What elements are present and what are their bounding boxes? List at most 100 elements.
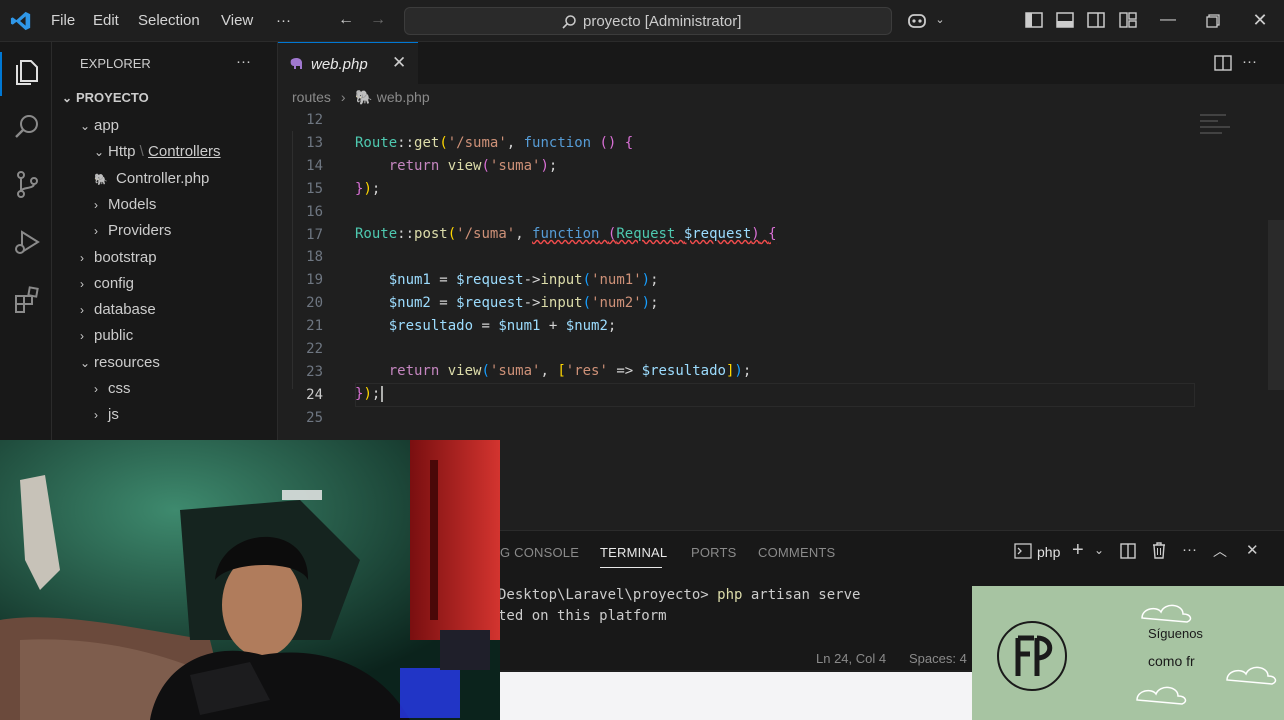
explorer-title: EXPLORER	[80, 56, 151, 71]
customize-layout-icon[interactable]	[1119, 12, 1137, 28]
tree-item-js[interactable]: › js	[94, 406, 119, 423]
close-panel-icon[interactable]: ✕	[1246, 541, 1259, 559]
toggle-panel-icon[interactable]	[1056, 12, 1074, 28]
terminal-shell-name[interactable]: php	[1037, 544, 1060, 560]
chevron-right-icon: ›	[80, 276, 84, 291]
php-elephant-icon: 🐘	[355, 89, 373, 105]
command-center-search[interactable]: proyecto [Administrator]	[404, 7, 892, 35]
taskbar-strip	[500, 672, 972, 720]
tree-item-css[interactable]: › css	[94, 380, 131, 397]
terminal-line-1: Desktop\Laravel\proyecto> php artisan se…	[498, 587, 860, 603]
close-window-icon[interactable]: ✕	[1250, 10, 1270, 30]
line-number: 14	[306, 157, 323, 174]
tree-item-resources[interactable]: ⌄ resources	[80, 354, 160, 371]
compact-folder-separator: \	[135, 143, 149, 161]
code-line-21: $resultado = $num1 + $num2;	[388, 318, 617, 334]
menu-view[interactable]: View	[221, 12, 253, 29]
editor-more-icon[interactable]: ···	[1242, 53, 1257, 70]
tree-item-database[interactable]: › database	[80, 301, 156, 318]
back-arrow-icon[interactable]: ←	[336, 10, 356, 30]
menu-file[interactable]: File	[51, 12, 75, 29]
current-line-highlight	[355, 383, 1195, 407]
tree-item-suffix[interactable]: Controllers	[148, 143, 221, 160]
line-number: 22	[306, 341, 323, 357]
tree-item-label: Http	[108, 143, 136, 161]
indentation-status[interactable]: Spaces: 4	[909, 651, 967, 666]
menu-more[interactable]: ···	[276, 12, 291, 29]
editor-scrollbar[interactable]	[1268, 220, 1284, 390]
tab-label: web.php	[311, 56, 368, 73]
toggle-secondary-sidebar-icon[interactable]	[1087, 12, 1105, 28]
menu-edit[interactable]: Edit	[93, 12, 119, 29]
explorer-more-button[interactable]: ···	[236, 53, 251, 70]
tree-item-public[interactable]: › public	[80, 327, 133, 344]
tab-terminal[interactable]: TERMINAL	[600, 545, 667, 560]
terminal-line-2: ted on this platform	[498, 608, 667, 624]
trash-icon[interactable]	[1151, 542, 1167, 559]
line-number: 12	[306, 112, 323, 128]
chevron-down-icon: ⌄	[62, 91, 73, 105]
cursor-position[interactable]: Ln 24, Col 4	[816, 651, 886, 666]
extensions-icon[interactable]	[12, 285, 42, 315]
tab-debug-console[interactable]: G CONSOLE	[500, 545, 579, 560]
brand-logo	[997, 621, 1067, 691]
new-terminal-plus-icon[interactable]: +	[1072, 539, 1084, 562]
copilot-icon[interactable]	[906, 11, 928, 31]
tree-item-providers[interactable]: › Providers	[94, 222, 171, 239]
source-control-icon[interactable]	[12, 169, 42, 199]
tree-item-config[interactable]: › config	[80, 275, 134, 292]
cloud-ornament-icon	[1226, 666, 1277, 685]
tree-item-controller-php[interactable]: 🐘 Controller.php	[94, 170, 209, 187]
minimap[interactable]	[1200, 110, 1238, 144]
breadcrumb-routes[interactable]: routes	[292, 89, 331, 105]
tab-comments[interactable]: COMMENTS	[758, 545, 835, 560]
status-bar: Ln 24, Col 4 Spaces: 4	[500, 645, 972, 671]
chevron-down-icon: ⌄	[80, 119, 91, 133]
code-line-24: });	[355, 386, 384, 402]
restore-icon[interactable]	[1206, 14, 1220, 28]
tree-item-label: app	[94, 117, 120, 134]
tree-item-label: css	[108, 380, 131, 397]
breadcrumb-file[interactable]: web.php	[377, 89, 430, 105]
tree-item-label: bootstrap	[94, 248, 157, 266]
tab-web-php[interactable]: web.php ✕	[278, 42, 418, 84]
tree-item-bootstrap[interactable]: › bootstrap	[80, 249, 157, 266]
search-icon	[562, 15, 576, 29]
split-terminal-icon[interactable]	[1120, 543, 1136, 559]
tree-item-label: config	[94, 274, 135, 292]
line-number: 13	[306, 134, 323, 151]
panel-more-icon[interactable]: ···	[1182, 541, 1197, 558]
tree-item-label: Providers	[108, 222, 172, 240]
code-line-19: $num1 = $request->input('num1');	[388, 272, 659, 288]
code-line-20: $num2 = $request->input('num2');	[388, 295, 659, 311]
terminal-command: php	[717, 587, 743, 603]
promo-text-handle: como fr	[1148, 653, 1195, 669]
php-elephant-icon	[290, 57, 302, 69]
tree-item-http[interactable]: ⌄ Http \ Controllers	[94, 143, 221, 160]
code-line-17: Route::post('/suma', function (Request $…	[355, 226, 777, 242]
webcam-feed-image	[0, 440, 500, 720]
search-icon[interactable]	[12, 112, 42, 142]
explorer-files-icon[interactable]	[12, 56, 42, 86]
terminal-dropdown-chevron-icon[interactable]: ⌄	[1094, 543, 1104, 557]
code-line-15: });	[355, 181, 381, 197]
split-editor-icon[interactable]	[1214, 55, 1232, 71]
tree-item-models[interactable]: › Models	[94, 196, 156, 213]
copilot-dropdown-chevron-icon[interactable]: ⌄	[930, 10, 950, 30]
tree-item-app[interactable]: ⌄ app	[80, 117, 119, 134]
tab-ports[interactable]: PORTS	[691, 545, 737, 560]
chevron-right-icon: ›	[80, 303, 84, 318]
line-number: 17	[306, 226, 323, 243]
forward-arrow-icon[interactable]: →	[368, 10, 388, 30]
line-number: 15	[306, 180, 323, 197]
minimize-icon[interactable]: —	[1158, 10, 1178, 30]
activity-bar	[0, 42, 52, 440]
close-tab-icon[interactable]: ✕	[392, 53, 406, 73]
menu-selection[interactable]: Selection	[138, 12, 200, 29]
code-line-23: return view('suma', ['res' => $resultado…	[388, 363, 752, 379]
toggle-primary-sidebar-icon[interactable]	[1025, 12, 1043, 28]
run-debug-icon[interactable]	[12, 227, 42, 257]
maximize-panel-chevron-up-icon[interactable]: ︿	[1213, 541, 1227, 561]
workspace-root[interactable]: ⌄ PROYECTO	[62, 90, 149, 105]
php-file-icon: 🐘	[94, 173, 108, 186]
